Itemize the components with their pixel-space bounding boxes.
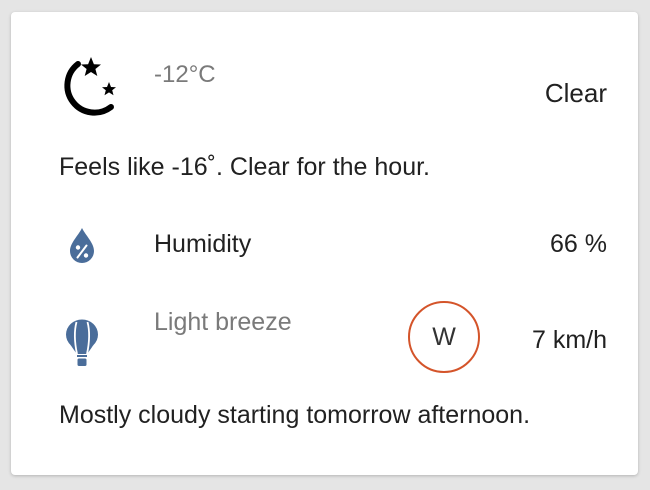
- hot-air-balloon-icon: [66, 319, 98, 366]
- humidity-value: 66 %: [550, 230, 607, 258]
- condition-label: Clear: [544, 78, 607, 108]
- wind-direction-text: W: [432, 322, 456, 351]
- temperature: -12°C: [154, 61, 216, 88]
- humidity-label: Humidity: [154, 230, 252, 258]
- humidity-drop-icon: [70, 228, 94, 263]
- wind-speed: 7 km/h: [531, 326, 607, 354]
- wind-direction-badge: W: [408, 301, 480, 373]
- moon-stars-icon: [64, 57, 116, 116]
- weather-summary: Feels like -16˚. Clear for the hour.: [59, 153, 430, 181]
- wind-description: Light breeze: [154, 308, 292, 336]
- forecast-text: Mostly cloudy starting tomorrow afternoo…: [59, 401, 531, 429]
- weather-card: -12°C Clear Feels like -16˚. Clear for t…: [11, 12, 638, 475]
